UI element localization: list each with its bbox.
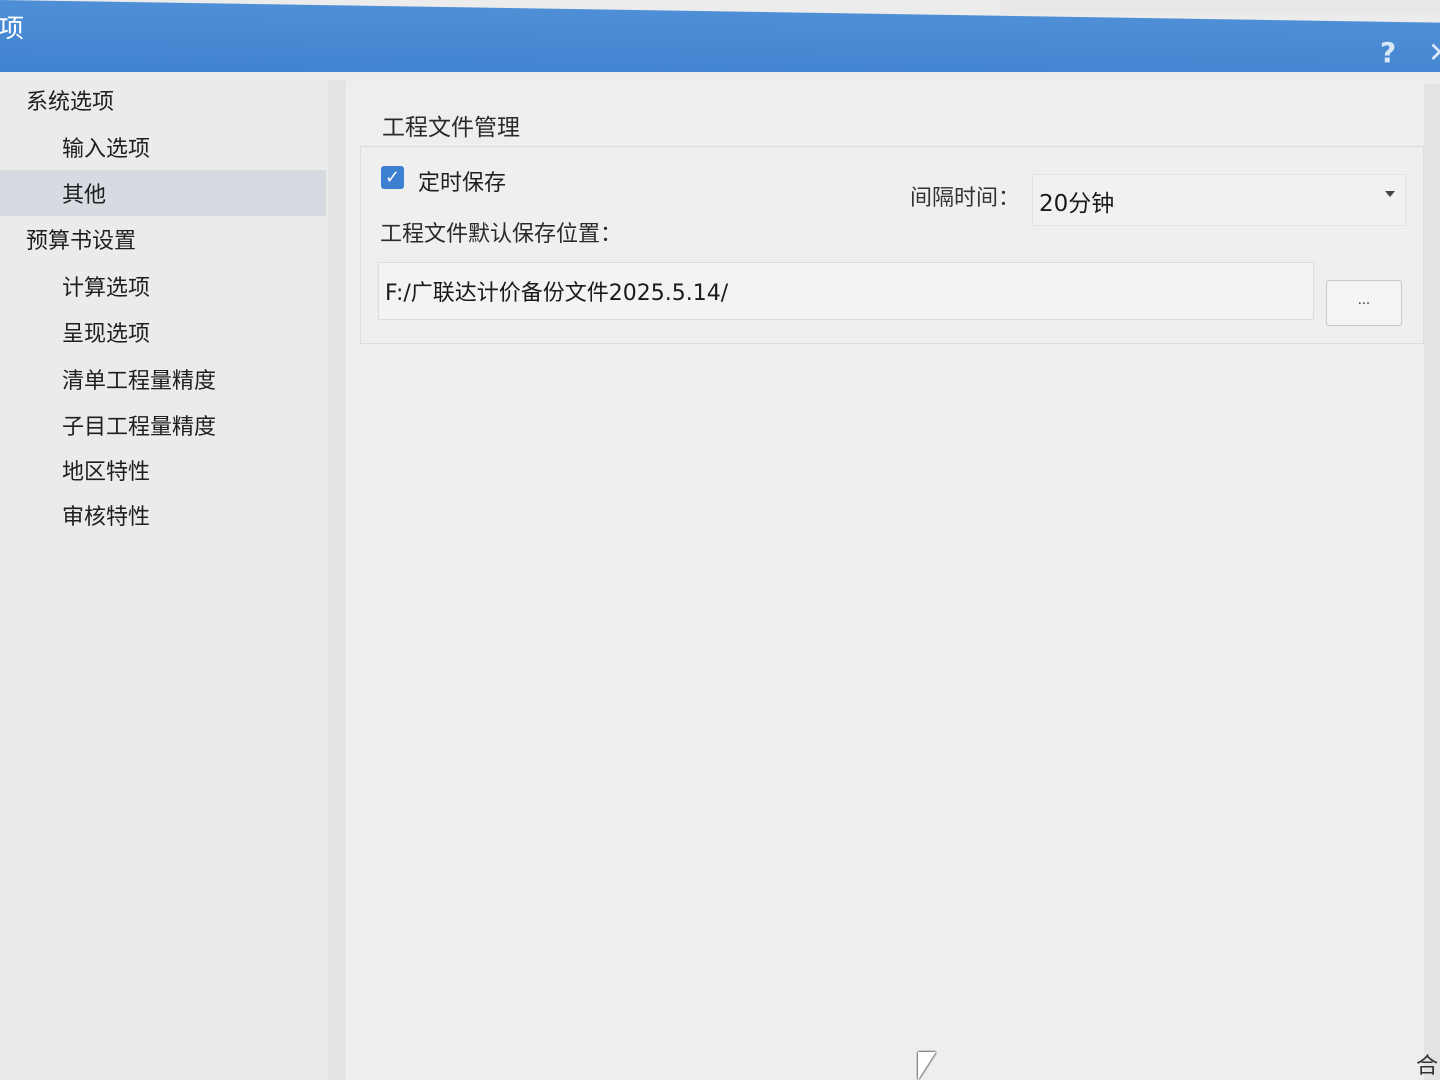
mouse-cursor-icon (918, 1052, 936, 1080)
options-dialog: 项 ? ✕ 系统选项 输入选项 其他 预算书设置 计算选项 呈现选项 清单工程量… (0, 0, 1440, 1080)
window-title: 项 (0, 13, 25, 45)
interval-label: 间隔时间： (910, 186, 1021, 211)
section-title: 工程文件管理 (382, 115, 520, 141)
tree-item-display-options[interactable]: 呈现选项 (62, 316, 150, 348)
tree-item-region-features[interactable]: 地区特性 (62, 454, 150, 486)
interval-select[interactable]: 20分钟 (1032, 174, 1406, 226)
check-icon: ✓ (384, 167, 401, 188)
save-path-input[interactable] (378, 262, 1314, 320)
close-icon[interactable]: ✕ (1428, 36, 1440, 69)
tree-item-bill-precision[interactable]: 清单工程量精度 (62, 363, 216, 395)
background-window-strip (1000, 0, 1440, 14)
sidebar-splitter[interactable] (328, 80, 346, 1080)
background-window-text: 合 (1416, 1054, 1439, 1079)
background-window-edge (1424, 84, 1440, 1080)
autosave-label[interactable]: 定时保存 (418, 165, 506, 197)
save-path-label: 工程文件默认保存位置： (380, 222, 623, 247)
help-icon[interactable]: ? (1380, 36, 1396, 69)
chevron-down-icon[interactable] (1385, 191, 1395, 197)
tree-item-other[interactable]: 其他 (62, 177, 106, 209)
selected-row-highlight (0, 170, 326, 216)
tree-item-budget-settings[interactable]: 预算书设置 (26, 223, 136, 255)
autosave-checkbox[interactable]: ✓ (381, 166, 404, 189)
tree-item-calc-options[interactable]: 计算选项 (62, 270, 150, 302)
interval-select-value: 20分钟 (1039, 191, 1115, 217)
browse-button[interactable]: ... (1326, 280, 1402, 326)
tree-item-input-options[interactable]: 输入选项 (62, 131, 150, 163)
tree-item-system-options[interactable]: 系统选项 (26, 84, 114, 116)
tree-item-subitem-precision[interactable]: 子目工程量精度 (62, 409, 216, 441)
tree-item-audit-features[interactable]: 审核特性 (62, 499, 150, 531)
